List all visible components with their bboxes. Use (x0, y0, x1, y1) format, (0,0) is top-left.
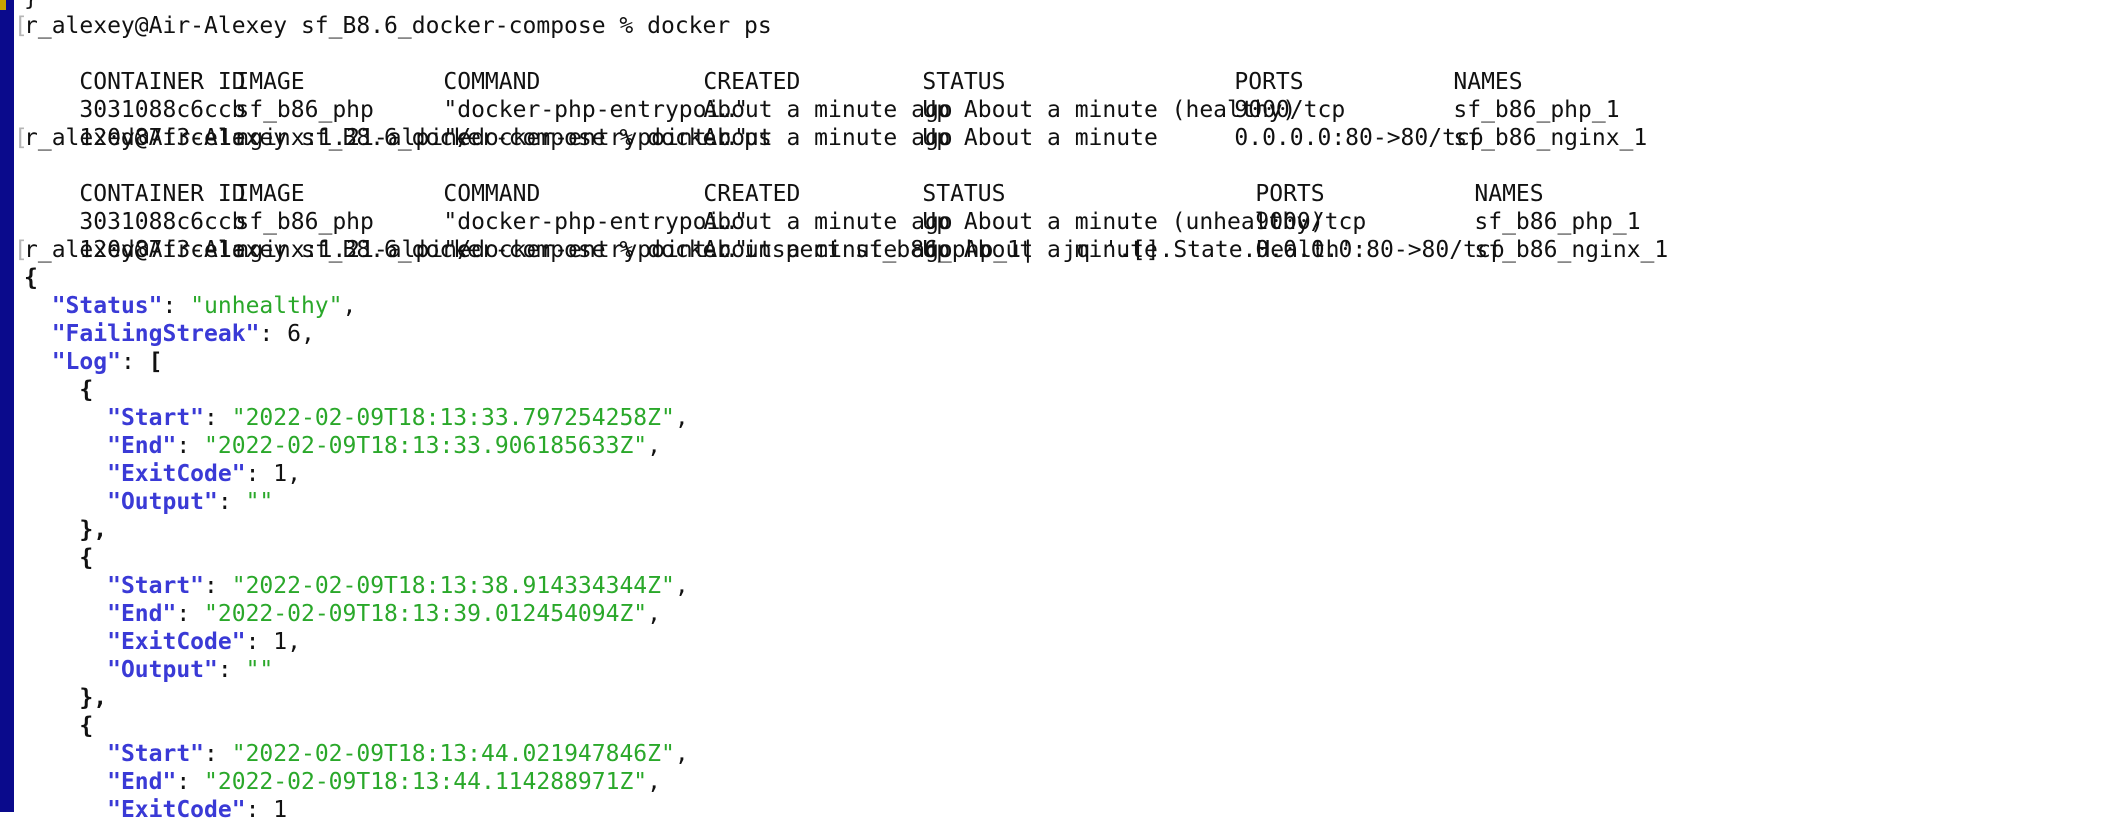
created: About a minute ago (703, 209, 953, 235)
command-prompt-3: [r_alexey@Air-Alexey sf_B8.6_docker-comp… (14, 237, 1354, 263)
ports: 9000/tcp (1255, 209, 1367, 235)
ps-table-2-header: CONTAINER IDIMAGE COMMAND CREATED STATUS POR… (24, 152, 2108, 207)
json-exitcode-line: "ExitCode": 1, (107, 629, 301, 655)
json-key: "End" (107, 433, 177, 459)
json-status-line: "Status": "unhealthy", (51, 293, 357, 319)
output-fragment: } (24, 0, 2108, 12)
json-string: "2022-02-09T18:13:38.914334344Z" (231, 573, 675, 599)
command-prompt-2: [r_alexey@Air-Alexey sf_B8.6_docker-comp… (14, 125, 772, 151)
json-number: 1 (273, 461, 288, 487)
prompt-mark-icon: [ (14, 13, 28, 39)
json-string: "" (245, 489, 274, 515)
json-object-open: { (24, 713, 94, 739)
scroll-marker (0, 0, 6, 10)
header-status: STATUS (922, 181, 1006, 207)
names: sf_b86_php_1 (1453, 97, 1620, 123)
header-names: NAMES (1453, 69, 1523, 95)
json-number: 1 (273, 629, 288, 655)
json-key: "End" (107, 769, 177, 795)
json-number: 6 (287, 321, 301, 347)
header-container-id: CONTAINER ID (79, 181, 246, 207)
ports: 9000/tcp (1234, 97, 1346, 123)
json-key: "ExitCode" (107, 629, 246, 655)
terminal-left-margin (0, 0, 14, 812)
json-object-close: }, (24, 685, 108, 711)
image: sf_b86_php (235, 97, 374, 123)
json-end-line: "End": "2022-02-09T18:13:33.906185633Z", (107, 433, 662, 459)
json-output-line: "Output": "" (107, 657, 274, 683)
json-streak-line: "FailingStreak": 6, (51, 321, 315, 347)
container-id: 3031088c6ccb (79, 97, 246, 123)
container-id: 3031088c6ccb (79, 209, 246, 235)
json-key: "ExitCode" (107, 461, 246, 487)
json-string: "2022-02-09T18:13:44.021947846Z" (231, 741, 675, 767)
header-ports: PORTS (1255, 181, 1325, 207)
command: "docker-php-entrypoi…" (443, 209, 749, 235)
json-string: "unhealthy" (190, 293, 343, 319)
json-key: "Output" (107, 489, 218, 515)
image: sf_b86_php (235, 209, 374, 235)
status: Up About a minute (unhealthy) (922, 209, 1324, 235)
json-string: "2022-02-09T18:13:33.797254258Z" (231, 405, 675, 431)
json-key: "ExitCode" (107, 797, 246, 823)
json-output-line: "Output": "" (107, 489, 274, 515)
header-image: IMAGE (235, 69, 305, 95)
header-container-id: CONTAINER ID (79, 69, 246, 95)
header-command: COMMAND (443, 69, 541, 95)
json-log-line: "Log": [ (51, 349, 163, 375)
json-key: "Output" (107, 657, 218, 683)
json-key: "FailingStreak" (51, 321, 260, 347)
json-string: "2022-02-09T18:13:39.012454094Z" (204, 601, 648, 627)
json-object-close: }, (24, 517, 108, 543)
header-command: COMMAND (443, 181, 541, 207)
header-names: NAMES (1474, 181, 1544, 207)
json-key: "Log" (51, 349, 121, 375)
terminal-output[interactable]: } [r_alexey@Air-Alexey sf_B8.6_docker-co… (14, 0, 2108, 824)
command-prompt-1: [r_alexey@Air-Alexey sf_B8.6_docker-comp… (14, 13, 772, 39)
ps-table-1-header: CONTAINER IDIMAGE COMMAND CREATED STATUS POR… (24, 40, 2108, 95)
json-start-line: "Start": "2022-02-09T18:13:38.914334344Z… (107, 573, 689, 599)
json-key: "Status" (51, 293, 163, 319)
header-ports: PORTS (1234, 69, 1304, 95)
status: Up About a minute (healthy) (922, 97, 1297, 123)
command: "docker-php-entrypoi…" (443, 97, 749, 123)
json-string: "" (245, 657, 274, 683)
prompt-mark-icon: [ (14, 125, 28, 151)
json-end-line: "End": "2022-02-09T18:13:39.012454094Z", (107, 601, 662, 627)
header-created: CREATED (703, 181, 801, 207)
json-key: "Start" (107, 741, 205, 767)
header-status: STATUS (922, 69, 1006, 95)
json-open-brace: { (24, 265, 38, 291)
created: About a minute ago (703, 97, 953, 123)
json-string: "2022-02-09T18:13:44.114288971Z" (204, 769, 648, 795)
json-key: "End" (107, 601, 177, 627)
json-key: "Start" (107, 405, 205, 431)
json-number: 1 (273, 797, 288, 823)
json-start-line: "Start": "2022-02-09T18:13:44.021947846Z… (107, 741, 689, 767)
json-exitcode-line: "ExitCode": 1, (107, 461, 301, 487)
header-created: CREATED (703, 69, 801, 95)
json-object-open: { (24, 377, 94, 403)
header-image: IMAGE (235, 181, 305, 207)
json-start-line: "Start": "2022-02-09T18:13:33.797254258Z… (107, 405, 689, 431)
json-end-line: "End": "2022-02-09T18:13:44.114288971Z", (107, 769, 662, 795)
json-string: "2022-02-09T18:13:33.906185633Z" (204, 433, 648, 459)
names: sf_b86_php_1 (1474, 209, 1641, 235)
json-exitcode-line: "ExitCode": 1 (107, 797, 288, 823)
json-object-open: { (24, 545, 94, 571)
prompt-mark-icon: [ (14, 237, 28, 263)
json-key: "Start" (107, 573, 205, 599)
